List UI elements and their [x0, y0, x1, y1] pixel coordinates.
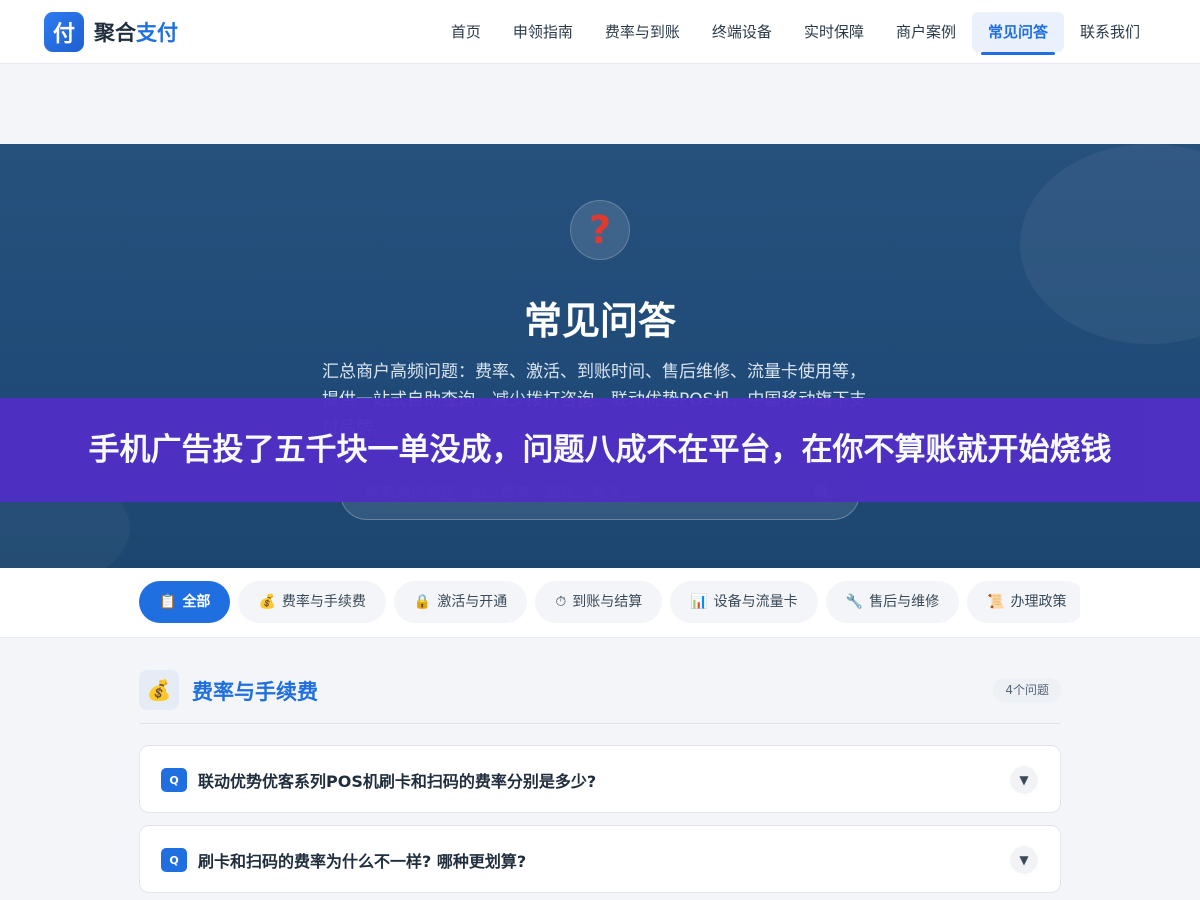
hero-section: ? 常见问答 汇总商户高频问题：费率、激活、到账时间、售后维修、流量卡使用等，提… [0, 144, 1200, 568]
category-tabs: 📋 全部 💰 费率与手续费 🔒 激活与开通 ⏱ 到账与结算 📊 设备与流量卡 🔧 售后与维修… [139, 581, 1080, 625]
nav-item-home[interactable]: 首页 [435, 12, 497, 52]
banner-text: 手机广告投了五千块一单没成，问题八成不在平台，在你不算账就开始烧钱 [88, 432, 1112, 468]
nav-item-support[interactable]: 实时保障 [788, 12, 880, 52]
nav-item-rates[interactable]: 费率与到账 [589, 12, 696, 52]
scroll-icon: 📜 [987, 594, 1005, 610]
category-tab-label: 全部 [182, 594, 211, 610]
main-nav: 首页 申领指南 费率与到账 终端设备 实时保障 商户案例 常见问答 联系我们 [435, 0, 1156, 64]
nav-item-cases[interactable]: 商户案例 [880, 12, 972, 52]
question-badge: Q [161, 768, 187, 792]
question-badge: Q [161, 848, 187, 872]
money-bag-icon: 💰 [258, 594, 276, 610]
nav-item-devices[interactable]: 终端设备 [696, 12, 788, 52]
nav-item-faq[interactable]: 常见问答 [971, 12, 1064, 55]
section-title: 费率与手续费 [192, 680, 318, 704]
bar-chart-icon: 📊 [690, 594, 708, 610]
clipboard-icon: 📋 [159, 594, 177, 610]
brand-name-accent: 支付 [136, 21, 178, 45]
category-tab-label: 售后与维修 [869, 594, 940, 610]
lock-icon: 🔒 [413, 594, 432, 610]
category-tab-activation[interactable]: 🔒 激活与开通 [393, 581, 528, 623]
nav-item-contact[interactable]: 联系我们 [1064, 12, 1156, 52]
question-count-badge: 4个问题 [993, 678, 1061, 702]
question-mark-icon: ? [570, 200, 630, 260]
nav-item-guide[interactable]: 申领指南 [497, 12, 589, 52]
page-title: 常见问答 [523, 299, 676, 343]
category-tab-label: 设备与流量卡 [713, 594, 798, 610]
brand-name-main: 聚合 [94, 21, 136, 45]
top-header: 付 聚合支付 首页 申领指南 费率与到账 终端设备 实时保障 商户案例 常见问答… [0, 0, 1200, 64]
section-header: 💰 费率与手续费 4个问题 [139, 670, 1061, 724]
category-tab-label: 到账与结算 [572, 594, 643, 610]
category-tab-label: 费率与手续费 [281, 594, 366, 610]
category-tab-label: 办理政策 [1010, 594, 1067, 610]
overlay-banner: 手机广告投了五千块一单没成，问题八成不在平台，在你不算账就开始烧钱 [0, 398, 1200, 502]
chevron-down-icon[interactable]: ▼ [1010, 846, 1038, 874]
category-bar: 📋 全部 💰 费率与手续费 🔒 激活与开通 ⏱ 到账与结算 📊 设备与流量卡 🔧 售后与维修… [0, 568, 1200, 638]
category-tab-all[interactable]: 📋 全部 [139, 581, 231, 623]
category-tab-devices[interactable]: 📊 设备与流量卡 [670, 581, 818, 623]
faq-item[interactable]: Q 联动优势优客系列POS机刷卡和扫码的费率分别是多少? ▼ [139, 745, 1061, 813]
wrench-icon: 🔧 [845, 594, 864, 610]
category-tab-fees[interactable]: 💰 费率与手续费 [238, 581, 386, 623]
faq-question: 联动优势优客系列POS机刷卡和扫码的费率分别是多少? [198, 772, 597, 791]
brand-logo[interactable]: 付 聚合支付 [44, 12, 178, 52]
money-bag-icon: 💰 [139, 670, 179, 710]
category-tab-settlement[interactable]: ⏱ 到账与结算 [535, 581, 663, 623]
logo-badge-icon: 付 [44, 12, 84, 52]
category-tab-policy[interactable]: 📜 办理政策 [967, 581, 1080, 623]
brand-name: 聚合支付 [94, 17, 178, 47]
faq-item[interactable]: Q 刷卡和扫码的费率为什么不一样? 哪种更划算? ▼ [139, 825, 1061, 893]
stopwatch-icon: ⏱ [555, 594, 567, 610]
category-tab-repair[interactable]: 🔧 售后与维修 [825, 581, 960, 623]
faq-question: 刷卡和扫码的费率为什么不一样? 哪种更划算? [198, 852, 527, 871]
chevron-down-icon[interactable]: ▼ [1010, 766, 1038, 794]
category-tab-label: 激活与开通 [437, 594, 508, 610]
